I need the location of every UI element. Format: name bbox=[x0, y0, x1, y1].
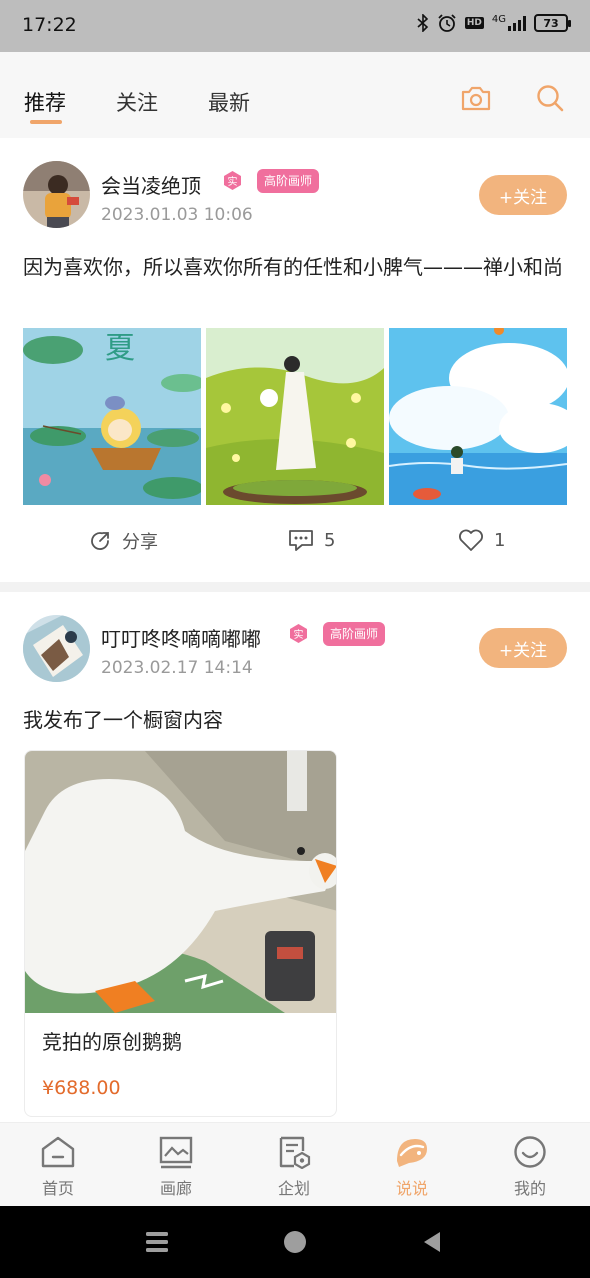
network-label: 4G bbox=[491, 14, 506, 25]
back-icon[interactable] bbox=[422, 1230, 448, 1256]
battery-icon: 73 bbox=[534, 14, 571, 32]
tab-plan-label: 企划 bbox=[277, 1179, 310, 1198]
search-icon[interactable] bbox=[532, 80, 568, 116]
comment-count: 5 bbox=[324, 529, 336, 551]
post-time: 2023.02.17 14:14 bbox=[101, 658, 253, 678]
verified-badge-label: 实 bbox=[227, 177, 238, 188]
home-icon bbox=[41, 1136, 75, 1168]
hd-icon: HD bbox=[464, 17, 484, 29]
profile-icon bbox=[514, 1136, 546, 1168]
post-username[interactable]: 叮叮咚咚嘀嘀嘟嘟 bbox=[101, 623, 261, 652]
tab-recommend[interactable]: 推荐 bbox=[24, 87, 66, 117]
tab-gallery-label: 画廊 bbox=[159, 1179, 192, 1198]
post-image[interactable] bbox=[206, 328, 384, 505]
avatar[interactable] bbox=[23, 161, 90, 228]
bottom-tab-bar: 首页 画廊 企划 说说 我的 bbox=[0, 1122, 590, 1206]
signal-icon: 4G bbox=[492, 15, 526, 31]
post-time: 2023.01.03 10:06 bbox=[101, 205, 253, 225]
avatar[interactable] bbox=[23, 615, 90, 682]
post-username[interactable]: 会当凌绝顶 bbox=[101, 170, 201, 199]
talk-icon bbox=[397, 1139, 427, 1167]
post-divider bbox=[0, 582, 590, 592]
tab-talk[interactable]: 说说 bbox=[372, 1135, 452, 1199]
tab-talk-label: 说说 bbox=[395, 1179, 428, 1198]
system-nav-bar bbox=[0, 1206, 590, 1278]
like-count: 1 bbox=[494, 529, 506, 551]
image-caption: 夏 bbox=[105, 331, 135, 366]
gallery-icon bbox=[159, 1136, 193, 1169]
share-icon bbox=[91, 532, 109, 550]
bluetooth-icon bbox=[417, 14, 429, 32]
active-tab-indicator bbox=[30, 120, 62, 124]
tab-plan[interactable]: 企划 bbox=[254, 1135, 334, 1199]
tab-following[interactable]: 关注 bbox=[116, 87, 158, 117]
comment-icon bbox=[289, 530, 313, 551]
tab-home[interactable]: 首页 bbox=[18, 1135, 98, 1199]
tab-gallery[interactable]: 画廊 bbox=[136, 1135, 216, 1199]
share-label: 分享 bbox=[122, 532, 158, 553]
share-button[interactable]: 分享 bbox=[88, 528, 158, 554]
heart-icon bbox=[459, 529, 483, 551]
post-text: 因为喜欢你，所以喜欢你所有的任性和小脾气———禅小和尚 bbox=[23, 255, 563, 279]
like-button[interactable]: 1 bbox=[458, 528, 505, 552]
level-badge: 高阶画师 bbox=[257, 169, 320, 193]
product-price: ¥688.00 bbox=[42, 1077, 121, 1099]
home-circle-icon[interactable] bbox=[283, 1230, 309, 1256]
tab-profile[interactable]: 我的 bbox=[490, 1135, 570, 1199]
status-icons: HD 4G 73 bbox=[417, 13, 571, 33]
post-image[interactable] bbox=[389, 328, 567, 505]
status-bar: 17:22 HD 4G 73 bbox=[0, 0, 590, 52]
top-nav: 推荐 关注 最新 bbox=[0, 52, 590, 138]
product-title: 竞拍的原创鹅鹅 bbox=[42, 1030, 182, 1054]
comment-button[interactable]: 5 bbox=[288, 528, 335, 552]
post-actions: 分享 5 1 bbox=[0, 528, 590, 564]
post-image-grid: 夏 bbox=[23, 328, 567, 505]
tab-latest[interactable]: 最新 bbox=[208, 87, 250, 117]
follow-button[interactable]: +关注 bbox=[479, 175, 567, 215]
tab-profile-label: 我的 bbox=[513, 1179, 546, 1198]
tab-home-label: 首页 bbox=[41, 1179, 74, 1198]
status-time: 17:22 bbox=[22, 14, 77, 36]
verified-badge-label: 实 bbox=[293, 630, 304, 641]
follow-button[interactable]: +关注 bbox=[479, 628, 567, 668]
post-text: 我发布了一个橱窗内容 bbox=[23, 708, 223, 732]
verified-badge: 实 bbox=[223, 171, 242, 190]
product-image bbox=[25, 751, 336, 1013]
alarm-icon bbox=[438, 14, 456, 32]
level-badge: 高阶画师 bbox=[323, 622, 386, 646]
camera-icon[interactable] bbox=[458, 80, 494, 116]
plan-icon bbox=[279, 1136, 311, 1169]
menu-icon[interactable] bbox=[146, 1230, 172, 1256]
post-image[interactable]: 夏 bbox=[23, 328, 201, 505]
verified-badge: 实 bbox=[289, 624, 308, 643]
product-card[interactable]: 竞拍的原创鹅鹅 ¥688.00 bbox=[24, 750, 337, 1117]
